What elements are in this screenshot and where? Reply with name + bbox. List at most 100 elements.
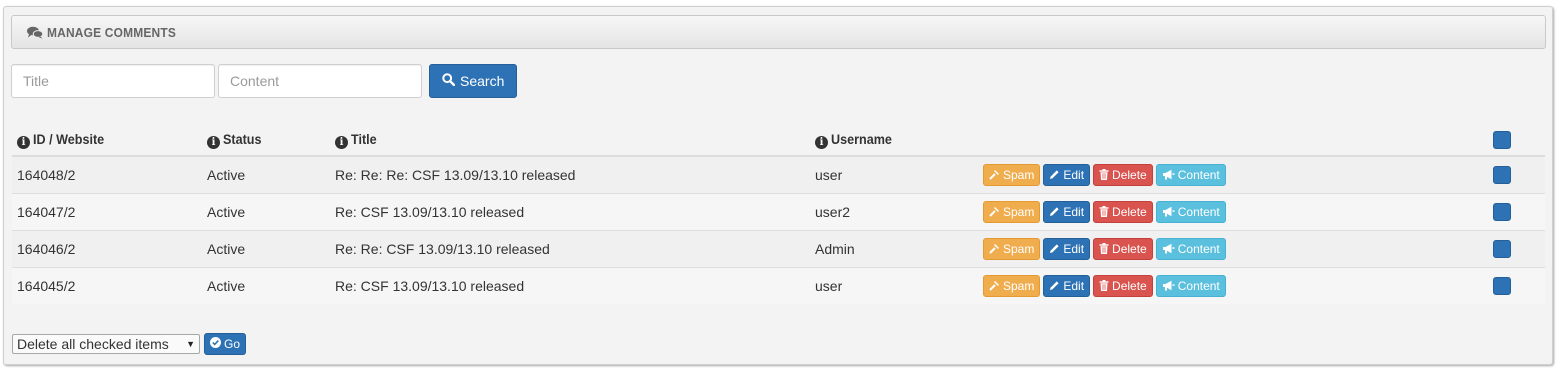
cell-title: Re: Re: CSF 13.09/13.10 released [330, 229, 810, 267]
cell-status: Active [202, 192, 330, 230]
spam-button-label: Spam [1003, 204, 1035, 219]
gavel-icon [989, 243, 1000, 254]
bullhorn-icon [1162, 169, 1175, 180]
column-header-id[interactable]: i ID / Website [12, 125, 202, 157]
spam-button-label: Spam [1003, 278, 1035, 293]
content-search-input[interactable] [218, 64, 422, 98]
row-checkbox[interactable] [1493, 165, 1511, 184]
cell-select [1488, 155, 1545, 193]
cell-id: 164046/2 [12, 229, 202, 267]
gavel-icon [989, 206, 1000, 217]
column-header-title[interactable]: i Title [330, 125, 810, 157]
cell-select [1488, 192, 1545, 230]
delete-button[interactable]: Delete [1093, 274, 1153, 297]
delete-button-label: Delete [1112, 167, 1147, 182]
search-button-label: Search [460, 73, 505, 89]
table-row: 164045/2 Active Re: CSF 13.09/13.10 releas… [12, 266, 1545, 304]
search-form: Search [11, 64, 518, 100]
delete-button-label: Delete [1112, 278, 1147, 293]
check-circle-icon [210, 337, 221, 351]
row-checkbox[interactable] [1493, 202, 1511, 221]
trash-icon [1099, 280, 1109, 292]
cell-id: 164045/2 [12, 266, 202, 304]
cell-status: Active [202, 266, 330, 304]
manage-comments-panel: MANAGE COMMENTS Search iID / Website [3, 6, 1553, 365]
content-button[interactable]: Content [1155, 163, 1226, 186]
content-button-label: Content [1177, 204, 1220, 219]
cell-actions: Spam Edit Delete Content [978, 192, 1488, 230]
spam-button[interactable]: Spam [983, 237, 1041, 260]
comments-icon [27, 26, 43, 39]
pencil-icon [1049, 206, 1060, 217]
cell-select [1488, 229, 1545, 267]
edit-button-label: Edit [1063, 278, 1085, 293]
spam-button-label: Spam [1003, 241, 1035, 256]
column-header-status[interactable]: i Status [202, 125, 330, 157]
table-header-row: i ID / Website i Status i Title i Username [12, 125, 1545, 157]
trash-icon [1099, 206, 1109, 217]
edit-button[interactable]: Edit [1043, 200, 1091, 223]
edit-button[interactable]: Edit [1043, 163, 1091, 186]
info-icon: i [335, 136, 348, 149]
select-all-checkbox[interactable] [1493, 131, 1511, 150]
search-button[interactable]: Search [429, 64, 518, 98]
content-button-label: Content [1177, 241, 1220, 256]
content-button-label: Content [1177, 278, 1220, 293]
column-header-actions [978, 125, 1488, 157]
bullhorn-icon [1162, 243, 1175, 254]
search-icon [442, 73, 456, 89]
column-header-username[interactable]: i Username [810, 125, 978, 157]
cell-username: user [810, 266, 978, 304]
spam-button[interactable]: Spam [983, 200, 1041, 223]
content-button[interactable]: Content [1155, 274, 1226, 297]
row-checkbox[interactable] [1493, 239, 1511, 258]
trash-icon [1099, 169, 1109, 181]
trash-icon [1099, 243, 1109, 254]
cell-username: user2 [810, 192, 978, 230]
go-button[interactable]: Go [204, 333, 247, 355]
cell-username: Admin [810, 229, 978, 267]
delete-button[interactable]: Delete [1093, 200, 1153, 223]
spam-button[interactable]: Spam [983, 274, 1041, 297]
content-button[interactable]: Content [1155, 237, 1226, 260]
column-header-select-all [1488, 125, 1545, 157]
content-button[interactable]: Content [1155, 200, 1226, 223]
panel-title: MANAGE COMMENTS [47, 24, 177, 40]
panel-heading: MANAGE COMMENTS [11, 15, 1546, 49]
table-row: 164047/2 Active Re: CSF 13.09/13.10 releas… [12, 192, 1545, 230]
edit-button-label: Edit [1063, 167, 1085, 182]
pencil-icon [1049, 169, 1060, 180]
edit-button[interactable]: Edit [1043, 274, 1091, 297]
bullhorn-icon [1162, 280, 1175, 291]
bullhorn-icon [1162, 206, 1175, 217]
table-row: 164046/2 Active Re: Re: CSF 13.09/13.10 re… [12, 229, 1545, 267]
cell-actions: Spam Edit Delete Content [978, 266, 1488, 304]
bulk-action-selected: Delete all checked items [17, 336, 169, 352]
cell-id: 164048/2 [12, 155, 202, 193]
delete-button-label: Delete [1112, 204, 1147, 219]
edit-button-label: Edit [1063, 204, 1085, 219]
cell-title: Re: Re: Re: CSF 13.09/13.10 released [330, 155, 810, 193]
pencil-icon [1049, 280, 1060, 291]
table-row: 164048/2 Active Re: Re: Re: CSF 13.09/13.1… [12, 155, 1545, 193]
cell-status: Active [202, 155, 330, 193]
info-icon: i [815, 136, 828, 149]
delete-button[interactable]: Delete [1093, 237, 1153, 260]
caret-down-icon: ▼ [186, 339, 195, 349]
spam-button-label: Spam [1003, 167, 1035, 182]
info-icon: i [17, 136, 30, 149]
edit-button[interactable]: Edit [1043, 237, 1091, 260]
delete-button-label: Delete [1112, 241, 1147, 256]
row-checkbox[interactable] [1493, 276, 1511, 295]
go-button-label: Go [224, 337, 241, 351]
title-search-input[interactable] [11, 64, 215, 98]
cell-actions: Spam Edit Delete Content [978, 229, 1488, 267]
comments-table: i ID / Website i Status i Title i Username 1… [12, 125, 1545, 304]
cell-select [1488, 266, 1545, 304]
cell-id: 164047/2 [12, 192, 202, 230]
spam-button[interactable]: Spam [983, 163, 1041, 186]
bulk-actions: Delete all checked items ▼ Go [12, 333, 247, 355]
bulk-action-select[interactable]: Delete all checked items ▼ [12, 334, 200, 354]
delete-button[interactable]: Delete [1093, 163, 1153, 186]
cell-actions: Spam Edit Delete Content [978, 155, 1488, 193]
